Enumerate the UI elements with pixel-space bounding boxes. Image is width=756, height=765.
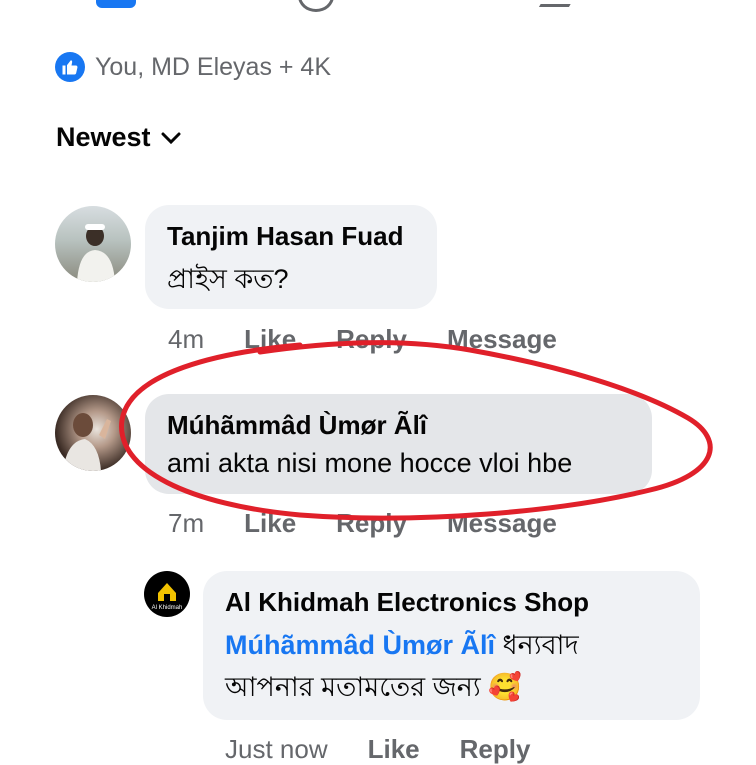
reply-text: ধন্যবাদ [502,630,579,660]
page-avatar[interactable]: Al Khidmah [144,571,190,617]
comment-actions: 4m Like Reply Message [168,324,557,355]
reply-time: Just now [225,734,328,764]
chevron-down-icon [161,132,181,144]
comment-bubble: Múhãmmâd Ùmør Ãlî ami akta nisi mone hoc… [145,394,652,494]
share-icon[interactable] [538,0,582,7]
comment-author[interactable]: Tanjim Hasan Fuad [167,221,403,252]
reply-text-line2: আপনার মতামতের জন্য 🥰 [225,667,522,712]
avatar[interactable] [55,206,131,282]
like-icon [55,52,85,82]
comment-time: 4m [168,324,205,354]
sort-label: Newest [56,122,151,152]
like-button[interactable]: Like [244,508,296,539]
comment-text: প্রাইস কত? [167,264,289,294]
reactions-summary[interactable]: You, MD Eleyas + 4K [55,52,331,82]
comment-icon[interactable] [298,0,334,12]
reply-text: আপনার মতামতের জন্য [225,672,481,702]
avatar-logo-text: Al Khidmah [152,605,183,611]
comment-author[interactable]: Múhãmmâd Ùmør Ãlî [167,410,427,441]
reply-bubble: Al Khidmah Electronics Shop Múhãmmâd Ùmø… [203,571,700,720]
reply-author[interactable]: Al Khidmah Electronics Shop [225,587,589,618]
message-button[interactable]: Message [447,324,557,355]
sort-dropdown[interactable]: Newest [56,122,181,153]
like-button[interactable]: Like [244,324,296,355]
avatar[interactable] [55,395,131,471]
mention-link[interactable]: Múhãmmâd Ùmør Ãlî [225,630,495,660]
comment-bubble: Tanjim Hasan Fuad প্রাইস কত? [145,205,437,309]
reply-text-line1: Múhãmmâd Ùmør Ãlî ধন্যবাদ [225,625,579,670]
comment-time: 7m [168,508,205,538]
smiling-hearts-emoji: 🥰 [488,672,522,702]
comment-text: ami akta nisi mone hocce vloi hbe [167,448,573,478]
like-button[interactable]: Like [368,734,420,765]
like-button-icon[interactable] [96,0,136,8]
reply-button[interactable]: Reply [336,324,407,355]
reply-actions: Just now Like Reply [225,734,530,765]
reactions-text: You, MD Eleyas + 4K [95,52,332,81]
reply-button[interactable]: Reply [336,508,407,539]
comment-actions: 7m Like Reply Message [168,508,557,539]
reply-button[interactable]: Reply [460,734,531,765]
message-button[interactable]: Message [447,508,557,539]
